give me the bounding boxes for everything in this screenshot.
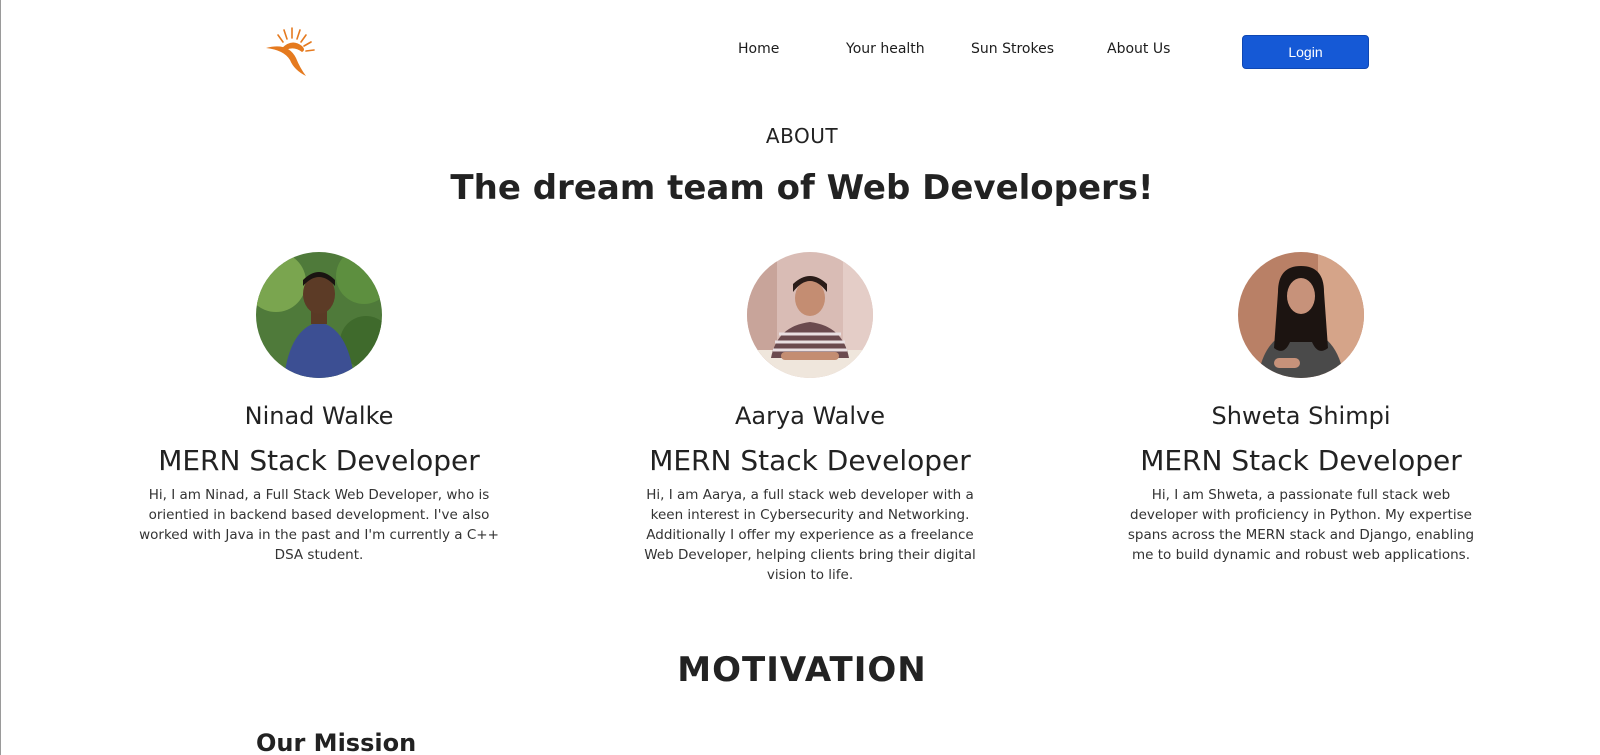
login-button[interactable]: Login [1242,35,1369,69]
member-name: Shweta Shimpi [1211,402,1391,430]
page-title: The dream team of Web Developers! [450,168,1154,208]
member-bio: Hi, I am Ninad, a Full Stack Web Develop… [139,487,499,563]
member-bio: Hi, I am Aarya, a full stack web develop… [644,487,976,583]
about-label: ABOUT [765,124,839,148]
member-role: MERN Stack Developer [1140,444,1462,477]
nav-about-us[interactable]: About Us [1107,41,1170,57]
avatar [747,252,873,378]
nav-your-health[interactable]: Your health [846,41,925,57]
team-card-shweta: Shweta Shimpi MERN Stack Developer Hi, I… [1111,252,1491,565]
team-card-ninad: Ninad Walke MERN Stack Developer Hi, I a… [129,252,509,565]
member-role: MERN Stack Developer [158,444,480,477]
motivation-heading: MOTIVATION [677,650,927,690]
member-name: Aarya Walve [734,402,886,430]
member-role: MERN Stack Developer [649,444,971,477]
team-card-aarya: Aarya Walve MERN Stack Developer Hi, I a… [620,252,1000,585]
avatar [256,252,382,378]
member-name: Ninad Walke [244,402,394,430]
member-bio: Hi, I am Shweta, a passionate full stack… [1127,487,1475,563]
mission-heading: Our Mission [256,729,417,755]
nav-sun-strokes[interactable]: Sun Strokes [971,41,1054,57]
avatar [1238,252,1364,378]
nav-home[interactable]: Home [738,41,779,57]
page-left-border [0,0,1,755]
